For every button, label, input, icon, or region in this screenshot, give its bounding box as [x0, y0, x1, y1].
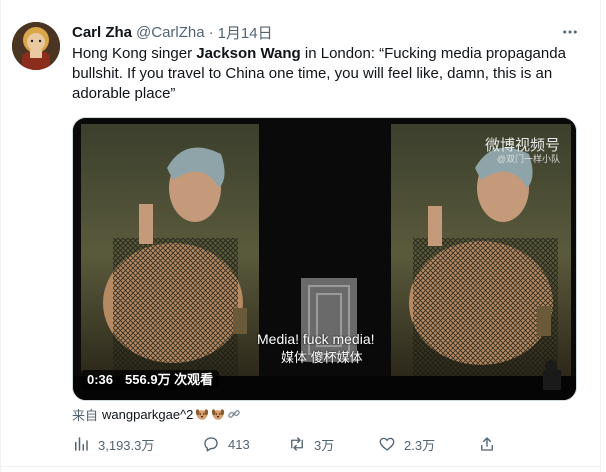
retweet-count: 3万 — [314, 437, 335, 453]
dog-face-icon — [212, 409, 225, 420]
more-button[interactable] — [556, 22, 584, 42]
tweet-date[interactable]: 1月14日 — [218, 22, 273, 43]
bar-chart-icon — [75, 437, 88, 451]
video-watermark-sub: @双门一样小队 — [496, 154, 560, 164]
views-count: 3,193.3万 — [98, 437, 155, 453]
video-duration: 0:36 — [87, 372, 114, 387]
source-prefix: 来自 — [72, 407, 99, 423]
reply-bubble-icon — [204, 437, 218, 452]
more-dots-icon — [563, 30, 577, 34]
tweet-header: Carl Zha @CarlZha · 1月14日 — [72, 22, 273, 42]
frame-left-border — [0, 0, 1, 472]
author-handle[interactable]: @CarlZha — [136, 24, 205, 41]
video-player[interactable]: 微博视频号 @双门一样小队 Media! fuck media! 媒体 傻杯媒体… — [72, 117, 577, 401]
link-icon — [228, 410, 241, 418]
tweet-text-part-1: Hong Kong singer — [72, 45, 197, 62]
share-button[interactable] — [478, 432, 496, 456]
heart-icon — [379, 437, 395, 451]
share-icon — [481, 437, 493, 451]
dog-face-icon — [196, 409, 209, 420]
like-button[interactable]: 2.3万 — [378, 432, 435, 456]
views-button[interactable]: 3,193.3万 — [72, 432, 154, 456]
avatar[interactable] — [12, 22, 60, 70]
author-name[interactable]: Carl Zha — [72, 24, 132, 41]
video-info-badge: 0:36 556.9万 次观看 — [81, 370, 220, 390]
retweet-icon — [291, 437, 303, 451]
video-subtitle-en: Media! fuck media! — [257, 331, 375, 347]
tweet-text: Hong Kong singer Jackson Wang in London:… — [72, 44, 592, 104]
reply-button[interactable]: 413 — [202, 432, 250, 456]
source-account[interactable]: wangparkgae^2 — [102, 407, 193, 422]
frame-bottom-border — [0, 466, 601, 467]
like-count: 2.3万 — [404, 437, 436, 453]
video-source: 来自 wangparkgae^2 — [72, 404, 241, 424]
video-view-count: 556.9万 次观看 — [125, 372, 214, 387]
video-subtitle-zh: 媒体 傻杯媒体 — [281, 350, 363, 365]
reply-count: 413 — [228, 436, 250, 452]
retweet-button[interactable]: 3万 — [288, 432, 334, 456]
tweet-actions: 3,193.3万 413 3万 2.3万 — [72, 432, 572, 456]
tweet-text-bold: Jackson Wang — [196, 45, 301, 62]
frame-right-border — [600, 0, 601, 472]
header-separator: · — [208, 23, 214, 41]
avatar-image — [12, 22, 60, 70]
